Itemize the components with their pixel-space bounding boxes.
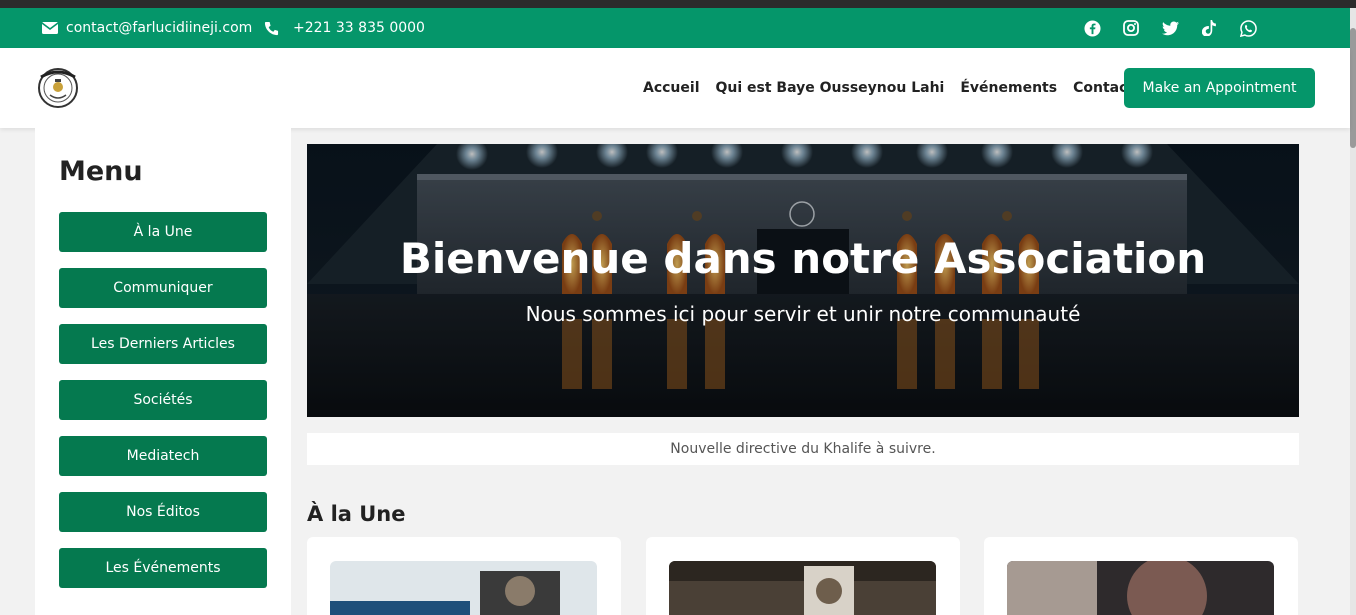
article-card[interactable] [307, 537, 621, 615]
scrollbar-thumb[interactable] [1350, 28, 1356, 148]
email-contact[interactable]: contact@farlucidiineji.com [42, 8, 252, 48]
sidebar-menu: Menu À la Une Communiquer Les Derniers A… [35, 128, 291, 615]
nav-link-qui-est[interactable]: Qui est Baye Ousseynou Lahi [716, 80, 945, 96]
article-thumbnail[interactable] [1007, 561, 1274, 615]
menu-item-derniers-articles[interactable]: Les Derniers Articles [59, 324, 267, 364]
envelope-icon [42, 22, 58, 34]
social-links [1083, 8, 1278, 48]
nav-link-evenements[interactable]: Événements [960, 80, 1057, 96]
article-thumbnail[interactable] [669, 561, 936, 615]
menu-item-societes[interactable]: Sociétés [59, 380, 267, 420]
association-logo[interactable] [33, 65, 83, 111]
menu-item-evenements[interactable]: Les Événements [59, 548, 267, 588]
nav-links: Accueil Qui est Baye Ousseynou Lahi Évén… [643, 48, 1150, 128]
menu-title: Menu [59, 156, 143, 187]
nav-link-accueil[interactable]: Accueil [643, 80, 700, 96]
whatsapp-icon[interactable] [1239, 19, 1257, 37]
main-navbar: Accueil Qui est Baye Ousseynou Lahi Évén… [0, 48, 1350, 128]
article-thumbnail[interactable] [330, 561, 597, 615]
phone-text: +221 33 835 0000 [293, 20, 425, 36]
scrollbar[interactable] [1350, 8, 1356, 615]
hero-banner: Bienvenue dans notre Association Nous so… [307, 144, 1299, 417]
article-card[interactable] [646, 537, 960, 615]
news-ticker[interactable]: Nouvelle directive du Khalife à suivre. [307, 433, 1299, 465]
appointment-button[interactable]: Make an Appointment [1124, 68, 1315, 108]
phone-contact[interactable]: +221 33 835 0000 [264, 8, 425, 48]
top-contact-bar: contact@farlucidiineji.com +221 33 835 0… [0, 8, 1356, 48]
section-title-a-la-une: À la Une [307, 502, 406, 526]
browser-strip [0, 0, 1356, 8]
phone-icon [264, 21, 279, 35]
menu-item-a-la-une[interactable]: À la Une [59, 212, 267, 252]
article-card[interactable] [984, 537, 1298, 615]
hero-title: Bienvenue dans notre Association [399, 234, 1207, 283]
menu-item-nos-editos[interactable]: Nos Éditos [59, 492, 267, 532]
facebook-icon[interactable] [1083, 19, 1101, 37]
email-text: contact@farlucidiineji.com [66, 20, 253, 36]
menu-item-communiquer[interactable]: Communiquer [59, 268, 267, 308]
instagram-icon[interactable] [1122, 19, 1140, 37]
tiktok-icon[interactable] [1200, 19, 1218, 37]
hero-subtitle: Nous sommes ici pour servir et unir notr… [525, 302, 1081, 326]
twitter-icon[interactable] [1161, 19, 1179, 37]
menu-item-mediatech[interactable]: Mediatech [59, 436, 267, 476]
